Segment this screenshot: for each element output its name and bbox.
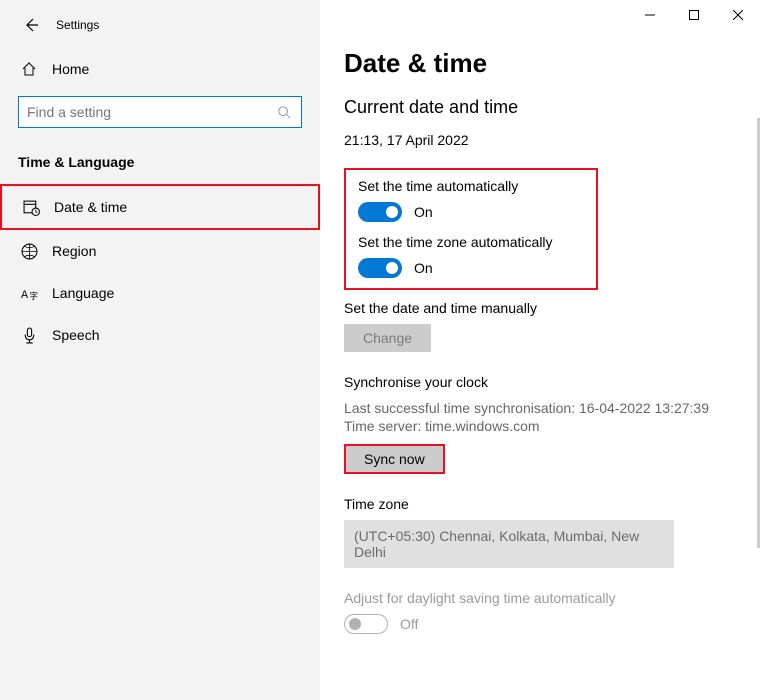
search-input[interactable] — [27, 104, 275, 120]
sync-now-button[interactable]: Sync now — [344, 444, 445, 474]
daylight-toggle — [344, 614, 388, 634]
section-heading-current: Current date and time — [344, 97, 736, 118]
maximize-button[interactable] — [672, 0, 716, 30]
sidebar: Settings Home Time & Language Date & tim… — [0, 0, 320, 700]
nav-item-region[interactable]: Region — [0, 230, 320, 272]
home-icon — [20, 60, 38, 78]
titlebar: Settings — [0, 12, 320, 50]
nav-item-date-time[interactable]: Date & time — [0, 184, 320, 230]
timezone-section: Time zone (UTC+05:30) Chennai, Kolkata, … — [344, 496, 736, 568]
manual-label: Set the date and time manually — [344, 300, 736, 316]
nav-home-label: Home — [52, 61, 89, 77]
calendar-clock-icon — [22, 198, 40, 216]
svg-text:A: A — [21, 288, 29, 300]
minimize-button[interactable] — [628, 0, 672, 30]
microphone-icon — [20, 326, 38, 344]
tz-heading: Time zone — [344, 496, 736, 512]
daylight-section: Adjust for daylight saving time automati… — [344, 590, 736, 634]
search-icon — [275, 103, 293, 121]
category-header: Time & Language — [0, 144, 320, 184]
nav-item-label: Language — [52, 285, 114, 301]
auto-settings-highlight: Set the time automatically On Set the ti… — [344, 168, 598, 290]
auto-tz-toggle[interactable] — [358, 258, 402, 278]
page-title: Date & time — [344, 48, 736, 79]
nav-item-language[interactable]: A字 Language — [0, 272, 320, 314]
daylight-state: Off — [400, 616, 418, 632]
auto-time-label: Set the time automatically — [358, 178, 584, 194]
content-area: Date & time Current date and time 21:13,… — [320, 0, 760, 700]
nav-item-label: Region — [52, 243, 96, 259]
auto-tz-toggle-row: On — [358, 258, 584, 278]
sync-last: Last successful time synchronisation: 16… — [344, 400, 736, 416]
sync-heading: Synchronise your clock — [344, 374, 736, 390]
daylight-toggle-row: Off — [344, 614, 736, 634]
nav-item-label: Speech — [52, 327, 99, 343]
window-controls — [628, 0, 760, 30]
auto-time-state: On — [414, 204, 433, 220]
search-box[interactable] — [18, 96, 302, 128]
sync-server: Time server: time.windows.com — [344, 418, 736, 434]
auto-tz-label: Set the time zone automatically — [358, 234, 584, 250]
auto-tz-state: On — [414, 260, 433, 276]
daylight-label: Adjust for daylight saving time automati… — [344, 590, 736, 606]
svg-text:字: 字 — [29, 290, 38, 300]
tz-dropdown: (UTC+05:30) Chennai, Kolkata, Mumbai, Ne… — [344, 520, 674, 568]
language-icon: A字 — [20, 284, 38, 302]
sync-section: Synchronise your clock Last successful t… — [344, 374, 736, 474]
change-button: Change — [344, 324, 431, 352]
globe-icon — [20, 242, 38, 260]
back-button[interactable] — [22, 16, 40, 34]
current-datetime: 21:13, 17 April 2022 — [344, 132, 736, 148]
auto-time-toggle[interactable] — [358, 202, 402, 222]
nav-home[interactable]: Home — [0, 50, 320, 88]
nav-item-speech[interactable]: Speech — [0, 314, 320, 356]
close-button[interactable] — [716, 0, 760, 30]
auto-time-toggle-row: On — [358, 202, 584, 222]
window-title: Settings — [56, 18, 99, 32]
nav-item-label: Date & time — [54, 199, 127, 215]
manual-section: Set the date and time manually Change — [344, 300, 736, 352]
